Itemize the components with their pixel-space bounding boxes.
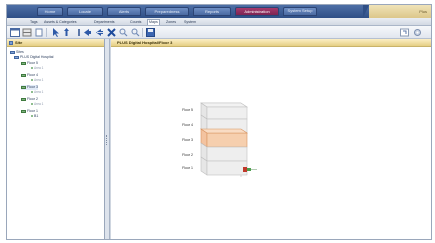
tree-node-area[interactable]: Area 1 [31,102,43,107]
zoom-out-icon[interactable] [130,27,141,38]
next-icon[interactable] [94,27,105,38]
tree-node-label: Area 1 [34,90,44,94]
tree-node-area[interactable]: Area 1 [31,90,43,95]
area-icon [31,91,33,94]
subnav-zones[interactable]: Zones [165,19,177,25]
toolbar-separator [46,28,47,37]
tab-system-setup[interactable]: System Setup [283,7,317,16]
floor-icon [21,85,26,89]
brand-label: Plus [419,9,427,14]
site-tree-panel: Site Sites PLUS Digital Hospital Floor 5… [7,39,105,239]
tree-node-label: Floor 4 [27,73,38,77]
brand-area: Plus [363,5,431,18]
map-icon[interactable] [9,27,20,38]
subnav-tags[interactable]: Tags [29,19,39,25]
area-icon [31,67,33,70]
map-toolbar [7,26,431,39]
tree-node-label: B1 [34,114,39,118]
tree-node-b1[interactable]: B1 [31,114,38,119]
save-icon[interactable] [145,27,156,38]
plus-icon[interactable] [33,27,44,38]
area-icon [31,79,33,82]
site-panel-header: Site [7,39,104,47]
floor-icon [21,61,26,65]
toolbar-separator [142,28,143,37]
area-icon [31,115,33,118]
subnav-departments[interactable]: Departments [93,19,116,25]
subnav-counts[interactable]: Counts [129,19,142,25]
tree-node-label: Floor 5 [27,61,38,65]
location-marker-icon [243,167,257,172]
settings-icon[interactable] [412,27,423,38]
tab-reports[interactable]: Reports [193,7,231,16]
top-navigation-bar: Home Locate Alerts Preparedness Reports … [7,5,431,18]
map-view: PLUS Digital Hospital/Floor 3 Floor 5 Fl… [111,39,431,239]
building-floors [200,102,257,177]
panel-splitter[interactable] [105,39,110,239]
tree-node-label: Area 1 [34,102,44,106]
floors-icon[interactable] [21,27,32,38]
tree-node-label: Area 1 [34,78,44,82]
tab-home[interactable]: Home [37,7,63,16]
floor-icon [21,109,26,113]
map-breadcrumb: PLUS Digital Hospital/Floor 3 [111,39,431,47]
floor-5-block [200,102,248,120]
floor-icon [21,97,26,101]
tab-preparedness[interactable]: Preparedness [145,7,189,16]
tab-locate[interactable]: Locate [67,7,103,16]
sub-navigation: Tags Assets & Categories Departments Cou… [7,18,431,26]
tree-node-label: Sites [16,50,24,54]
building-3d-view: Floor 5 Floor 4 Floor 3 Floor 2 Floor 1 [171,97,271,197]
subnav-assets-categories[interactable]: Assets & Categories [43,19,78,25]
building-icon [14,55,19,59]
cursor-icon[interactable] [61,27,72,38]
tree-node-label: Area 1 [34,66,44,70]
select-icon[interactable] [49,27,60,38]
expand-icon[interactable] [399,27,410,38]
tab-administration[interactable]: Administration [235,7,279,16]
site-icon [9,41,13,45]
subnav-maps[interactable]: Maps [147,19,160,25]
folder-icon [10,50,15,54]
tree-node-hospital[interactable]: PLUS Digital Hospital [14,55,53,60]
zoom-in-icon[interactable] [118,27,129,38]
area-icon [31,103,33,106]
subnav-system[interactable]: System [183,19,197,25]
delete-icon[interactable] [106,27,117,38]
tree-node-label: Floor 3 [27,85,38,89]
floor-3-block-selected [200,128,248,148]
prev-icon[interactable] [82,27,93,38]
tree-node-label: Floor 2 [27,97,38,101]
app-window: Home Locate Alerts Preparedness Reports … [6,4,432,240]
site-panel-title: Site [15,40,23,45]
tree-node-area[interactable]: Area 1 [31,66,43,71]
tab-alerts[interactable]: Alerts [107,7,141,16]
tree-node-area[interactable]: Area 1 [31,78,43,83]
tree-node-label: PLUS Digital Hospital [20,55,54,59]
tree-node-label: Floor 1 [27,109,38,113]
floor-icon [21,73,26,77]
